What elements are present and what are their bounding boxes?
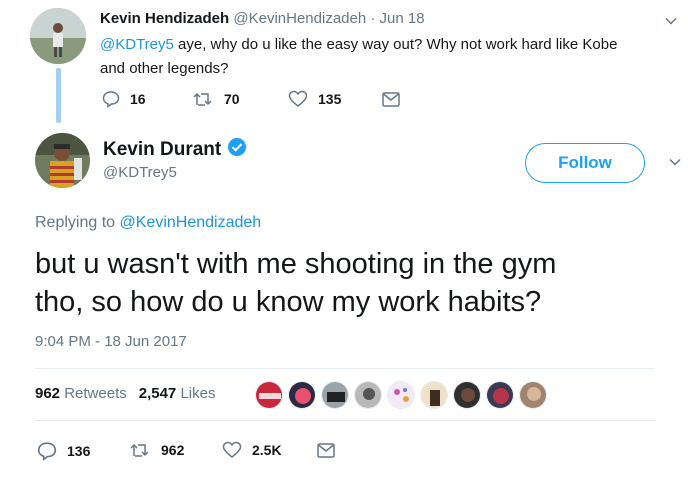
reply-author-name[interactable]: Kevin Hendizadeh [100, 10, 229, 27]
retweet-total: 962 [35, 385, 61, 402]
envelope-icon [317, 443, 335, 458]
reply-like-action[interactable]: 135 [288, 90, 341, 108]
retweet-icon [192, 90, 214, 108]
reply-header: Kevin Hendizadeh @KevinHendizadeh · Jun … [100, 10, 425, 27]
retweet-label: Retweets [64, 385, 127, 402]
reply-retweet-count: 70 [224, 91, 240, 107]
main-text-line2: tho, so how do u know my work habits? [35, 286, 542, 318]
reply-reply-action[interactable]: 16 [102, 90, 146, 108]
main-like-count: 2.5K [252, 442, 282, 458]
heart-icon [222, 441, 242, 459]
main-author-name[interactable]: Kevin Durant [103, 139, 221, 161]
tweet-timestamp[interactable]: 9:04 PM - 18 Jun 2017 [35, 333, 187, 350]
liker-avatars [255, 381, 547, 409]
likes-stat[interactable]: 2,547 Likes [139, 385, 216, 402]
reply-bubble-icon [37, 441, 57, 461]
main-text-line1: but u wasn't with me shooting in the gym [35, 248, 557, 280]
reply-message-action[interactable] [382, 92, 400, 107]
reply-bubble-icon [102, 90, 120, 108]
replying-to-link[interactable]: @KevinHendizadeh [120, 214, 262, 231]
main-retweet-count: 962 [161, 442, 185, 458]
liker-avatar[interactable] [354, 381, 382, 409]
liker-avatar[interactable] [486, 381, 514, 409]
liker-avatar[interactable] [255, 381, 283, 409]
reply-mention-link[interactable]: @KDTrey5 [100, 36, 174, 53]
heart-icon [288, 90, 308, 108]
envelope-icon [382, 92, 400, 107]
follow-button[interactable]: Follow [525, 143, 645, 183]
liker-avatar[interactable] [420, 381, 448, 409]
main-retweet-action[interactable]: 962 [129, 441, 184, 459]
like-label: Likes [180, 385, 216, 402]
verified-badge-icon [227, 137, 247, 163]
reply-like-count: 135 [318, 91, 342, 107]
liker-avatar[interactable] [453, 381, 481, 409]
liker-avatar[interactable] [288, 381, 316, 409]
engagement-stats: 962 Retweets 2,547 Likes [35, 385, 215, 402]
main-message-action[interactable] [317, 443, 335, 458]
main-like-action[interactable]: 2.5K [222, 441, 282, 459]
reply-text-line1: aye, why do u like the easy way out? Why… [173, 36, 618, 53]
main-reply-count: 136 [67, 443, 91, 459]
reply-author-handle[interactable]: @KevinHendizadeh [233, 10, 366, 27]
reply-text-line2: and other legends? [100, 60, 229, 77]
main-author-handle[interactable]: @KDTrey5 [103, 164, 177, 181]
main-author-name-row: Kevin Durant [103, 137, 247, 163]
reply-author-avatar[interactable] [30, 8, 86, 64]
replying-to-line: Replying to @KevinHendizadeh [35, 214, 261, 232]
main-menu-chevron-icon[interactable] [668, 155, 682, 174]
reply-tweet-text: @KDTrey5 aye, why do u like the easy way… [100, 33, 660, 81]
thread-line [56, 68, 61, 123]
retweets-stat[interactable]: 962 Retweets [35, 385, 127, 402]
reply-count: 16 [130, 91, 146, 107]
like-total: 2,547 [138, 385, 177, 402]
main-tweet-text: but u wasn't with me shooting in the gym… [35, 245, 655, 321]
stats-bottom-divider [35, 420, 655, 421]
liker-avatar[interactable] [321, 381, 349, 409]
reply-retweet-action[interactable]: 70 [192, 90, 240, 108]
retweet-icon [129, 441, 151, 459]
replying-to-prefix: Replying to [35, 214, 120, 231]
liker-avatar[interactable] [519, 381, 547, 409]
reply-menu-chevron-icon[interactable] [664, 14, 678, 33]
reply-date[interactable]: · Jun 18 [370, 10, 424, 27]
main-reply-action[interactable]: 136 [37, 441, 90, 461]
main-author-avatar[interactable] [35, 133, 90, 188]
liker-avatar[interactable] [387, 381, 415, 409]
stats-top-divider [35, 368, 655, 369]
